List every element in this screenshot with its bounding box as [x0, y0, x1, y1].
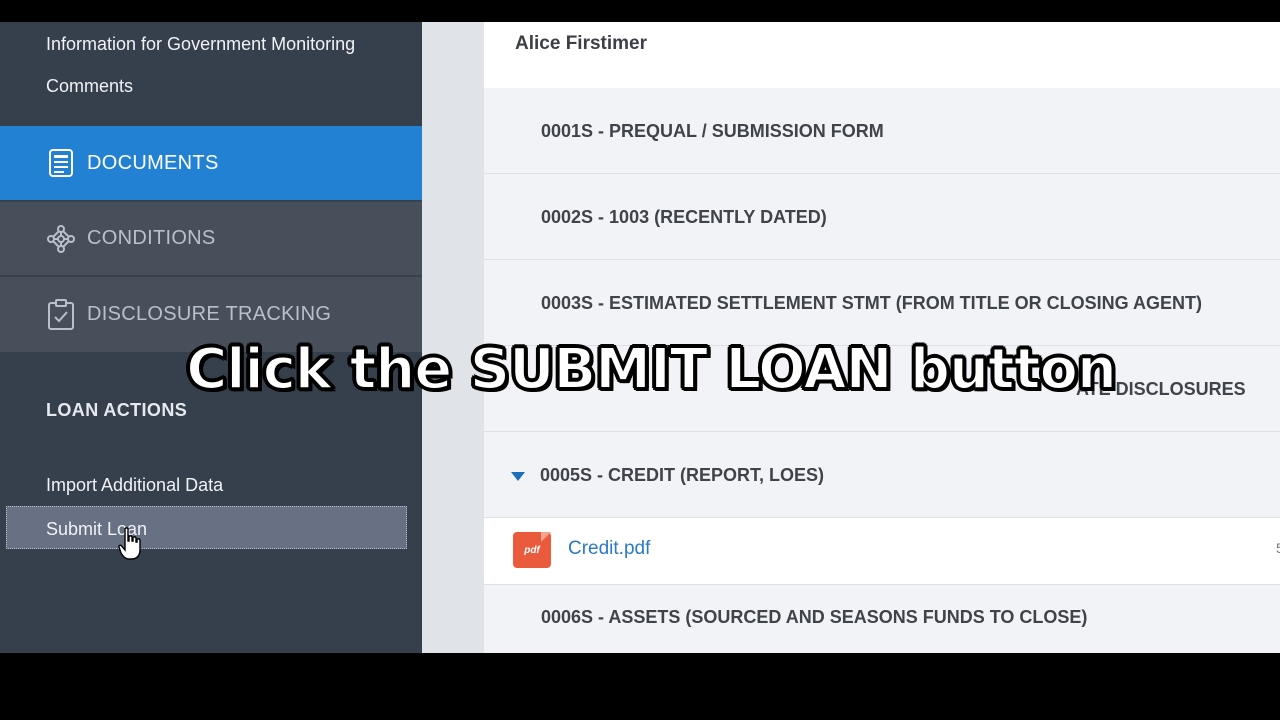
file-meta-clipped: 5 [1276, 540, 1280, 556]
file-row[interactable]: pdf Credit.pdf 5 [484, 518, 1280, 585]
nav-conditions-label: CONDITIONS [87, 227, 216, 249]
instruction-caption: Click the SUBMIT LOAN button [185, 336, 1118, 403]
document-row-label: 0003S - ESTIMATED SETTLEMENT STMT (FROM … [541, 293, 1203, 313]
pdf-file-icon: pdf [513, 532, 551, 568]
document-row-label: 0001S - PREQUAL / SUBMISSION FORM [541, 121, 884, 141]
document-icon [46, 148, 76, 178]
link-comments[interactable]: Comments [46, 76, 133, 97]
nav-documents-label: DOCUMENTS [87, 151, 219, 174]
document-row-label: 0005S - CREDIT (REPORT, LOES) [540, 465, 825, 485]
clipboard-check-icon [46, 298, 76, 330]
nav-documents[interactable]: DOCUMENTS [0, 126, 422, 200]
chevron-down-icon[interactable] [511, 472, 525, 481]
document-row-expanded[interactable]: 0005S - CREDIT (REPORT, LOES) [484, 432, 1280, 518]
document-row-label: 0002S - 1003 (RECENTLY DATED) [541, 207, 827, 227]
loan-actions-heading: LOAN ACTIONS [46, 400, 188, 420]
nav-conditions[interactable]: CONDITIONS [0, 201, 422, 275]
import-additional-data-link[interactable]: Import Additional Data [46, 475, 223, 496]
document-row-label: 0006S - ASSETS (SOURCED AND SEASONS FUND… [541, 607, 1088, 627]
nav-disclosure-tracking-label: DISCLOSURE TRACKING [87, 303, 332, 325]
conditions-icon [46, 224, 76, 254]
borrower-name: Alice Firstimer [515, 33, 647, 54]
document-row[interactable]: 0001S - PREQUAL / SUBMISSION FORM [484, 88, 1280, 174]
file-link[interactable]: Credit.pdf [568, 538, 650, 560]
document-row[interactable]: 0006S - ASSETS (SOURCED AND SEASONS FUND… [484, 585, 1280, 653]
borrower-header: Alice Firstimer [484, 22, 1280, 88]
hand-cursor-icon [118, 527, 141, 560]
link-government-monitoring[interactable]: Information for Government Monitoring [46, 34, 355, 55]
document-row[interactable]: 0002S - 1003 (RECENTLY DATED) [484, 174, 1280, 260]
